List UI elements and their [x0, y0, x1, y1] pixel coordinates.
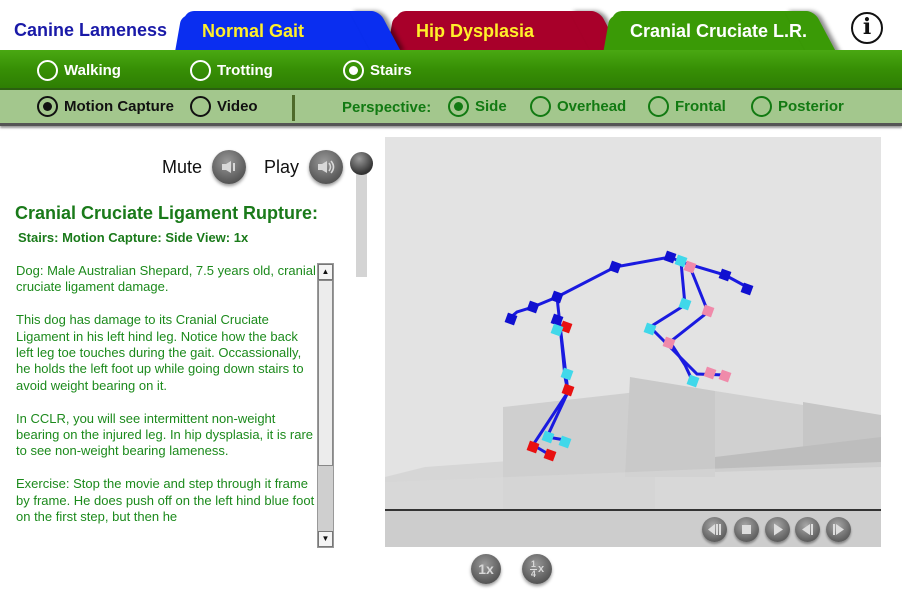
fraction-numerator: 1 [530, 558, 536, 569]
speed-1x-label: 1x [478, 561, 494, 577]
radio-frontal[interactable]: Frontal [648, 96, 726, 117]
skeleton-marker [608, 260, 622, 274]
description-scrollbar[interactable]: ▲ ▼ [317, 263, 334, 548]
play-audio-button[interactable] [309, 150, 343, 184]
skeleton-marker [560, 367, 574, 381]
description-paragraph: In CCLR, you will see intermittent non-w… [16, 410, 314, 459]
step-forward-button[interactable] [826, 517, 851, 542]
section-title: Cranial Cruciate Ligament Rupture: [15, 203, 319, 223]
mute-label: Mute [162, 157, 203, 177]
radio-circle-icon [530, 96, 551, 117]
skeleton-marker [686, 374, 700, 388]
radio-label: Stairs [370, 62, 412, 79]
skeleton-bone [647, 261, 726, 377]
skeleton-marker [526, 300, 540, 314]
step-back-button[interactable] [795, 517, 820, 542]
skeleton-marker [718, 369, 732, 383]
radio-circle-icon [37, 60, 58, 81]
rewind-button[interactable] [702, 517, 727, 542]
fraction-denominator: 4 [530, 568, 536, 579]
step-back-icon [802, 524, 813, 535]
radio-circle-icon [751, 96, 772, 117]
radio-label: Overhead [557, 98, 627, 115]
tab-hip-dysplasia[interactable]: Hip Dysplasia [396, 11, 592, 51]
skeleton-marker [561, 383, 575, 397]
tab-label: Hip Dysplasia [416, 21, 535, 41]
speed-suffix: x [537, 563, 545, 575]
section-subtitle: Stairs: Motion Capture: Side View: 1x [18, 230, 249, 245]
description-text: Dog: Male Australian Shepard, 7.5 years … [16, 263, 316, 549]
description-paragraph: Exercise: Stop the movie and step throug… [16, 476, 315, 525]
tab-label: Cranial Cruciate L.R. [630, 21, 808, 41]
scroll-down-arrow-icon[interactable]: ▼ [318, 531, 333, 547]
speaker-play-icon [318, 160, 335, 174]
play-button[interactable] [765, 517, 790, 542]
speed-1x-button[interactable]: 1x [471, 554, 501, 584]
skeleton-marker [663, 250, 677, 264]
radio-posterior[interactable]: Posterior [751, 96, 844, 117]
radio-video[interactable]: Video [190, 96, 258, 117]
speed-quarter-button[interactable]: 1 4 x [522, 554, 552, 584]
radio-overhead[interactable]: Overhead [530, 96, 626, 117]
step-forward-icon [833, 524, 844, 535]
motion-capture-view [385, 137, 881, 509]
radio-walking[interactable]: Walking [37, 60, 121, 81]
radio-label: Side [475, 98, 507, 115]
radio-circle-icon [648, 96, 669, 117]
radio-selected-icon [448, 96, 469, 117]
app-title: Canine Lameness [14, 20, 168, 40]
divider [292, 95, 295, 121]
skeleton-marker [550, 313, 564, 327]
play-icon [774, 523, 783, 536]
scroll-up-arrow-icon[interactable]: ▲ [318, 264, 333, 280]
radio-label: Video [217, 98, 258, 115]
mute-button[interactable] [212, 150, 246, 184]
rewind-icon [708, 524, 721, 535]
radio-motion-capture[interactable]: Motion Capture [37, 96, 174, 117]
play-label: Play [264, 157, 300, 177]
radio-selected-icon [343, 60, 364, 81]
radio-side[interactable]: Side [448, 96, 507, 117]
volume-slider-track[interactable] [356, 165, 367, 277]
tab-cranial-cruciate[interactable]: Cranial Cruciate L.R. [612, 11, 808, 55]
radio-label: Trotting [217, 62, 273, 79]
stairs-graphic [385, 377, 881, 509]
radio-trotting[interactable]: Trotting [190, 60, 273, 81]
radio-label: Frontal [675, 98, 726, 115]
skeleton-marker [718, 268, 732, 282]
stop-button[interactable] [734, 517, 759, 542]
tab-normal-gait[interactable]: Normal Gait [184, 11, 372, 51]
radio-label: Walking [64, 62, 121, 79]
skeleton-marker [703, 366, 717, 380]
fraction-icon: 1 4 [529, 558, 537, 579]
gait-bar: Walking Trotting Stairs [0, 50, 902, 90]
tab-label: Normal Gait [202, 21, 305, 41]
radio-selected-icon [37, 96, 58, 117]
volume-slider-knob[interactable] [350, 152, 373, 175]
speaker-mute-icon [222, 161, 235, 173]
info-icon: i [862, 14, 872, 40]
radio-stairs[interactable]: Stairs [343, 60, 412, 81]
radio-label: Posterior [778, 98, 844, 115]
description-paragraph: Dog: Male Australian Shepard, 7.5 years … [16, 263, 316, 295]
description-paragraph: This dog has damage to its Cranial Cruci… [16, 312, 304, 393]
stop-icon [742, 525, 751, 534]
radio-circle-icon [190, 96, 211, 117]
perspective-label: Perspective: [342, 99, 432, 116]
info-button[interactable]: i [851, 12, 883, 44]
radio-circle-icon [190, 60, 211, 81]
view-bar: Motion Capture Video Perspective: Side O… [0, 90, 902, 126]
motion-capture-scene [385, 250, 881, 509]
scroll-thumb[interactable] [318, 280, 333, 466]
radio-label: Motion Capture [64, 98, 174, 115]
skeleton-marker [550, 290, 564, 304]
player-control-bar [385, 509, 881, 547]
